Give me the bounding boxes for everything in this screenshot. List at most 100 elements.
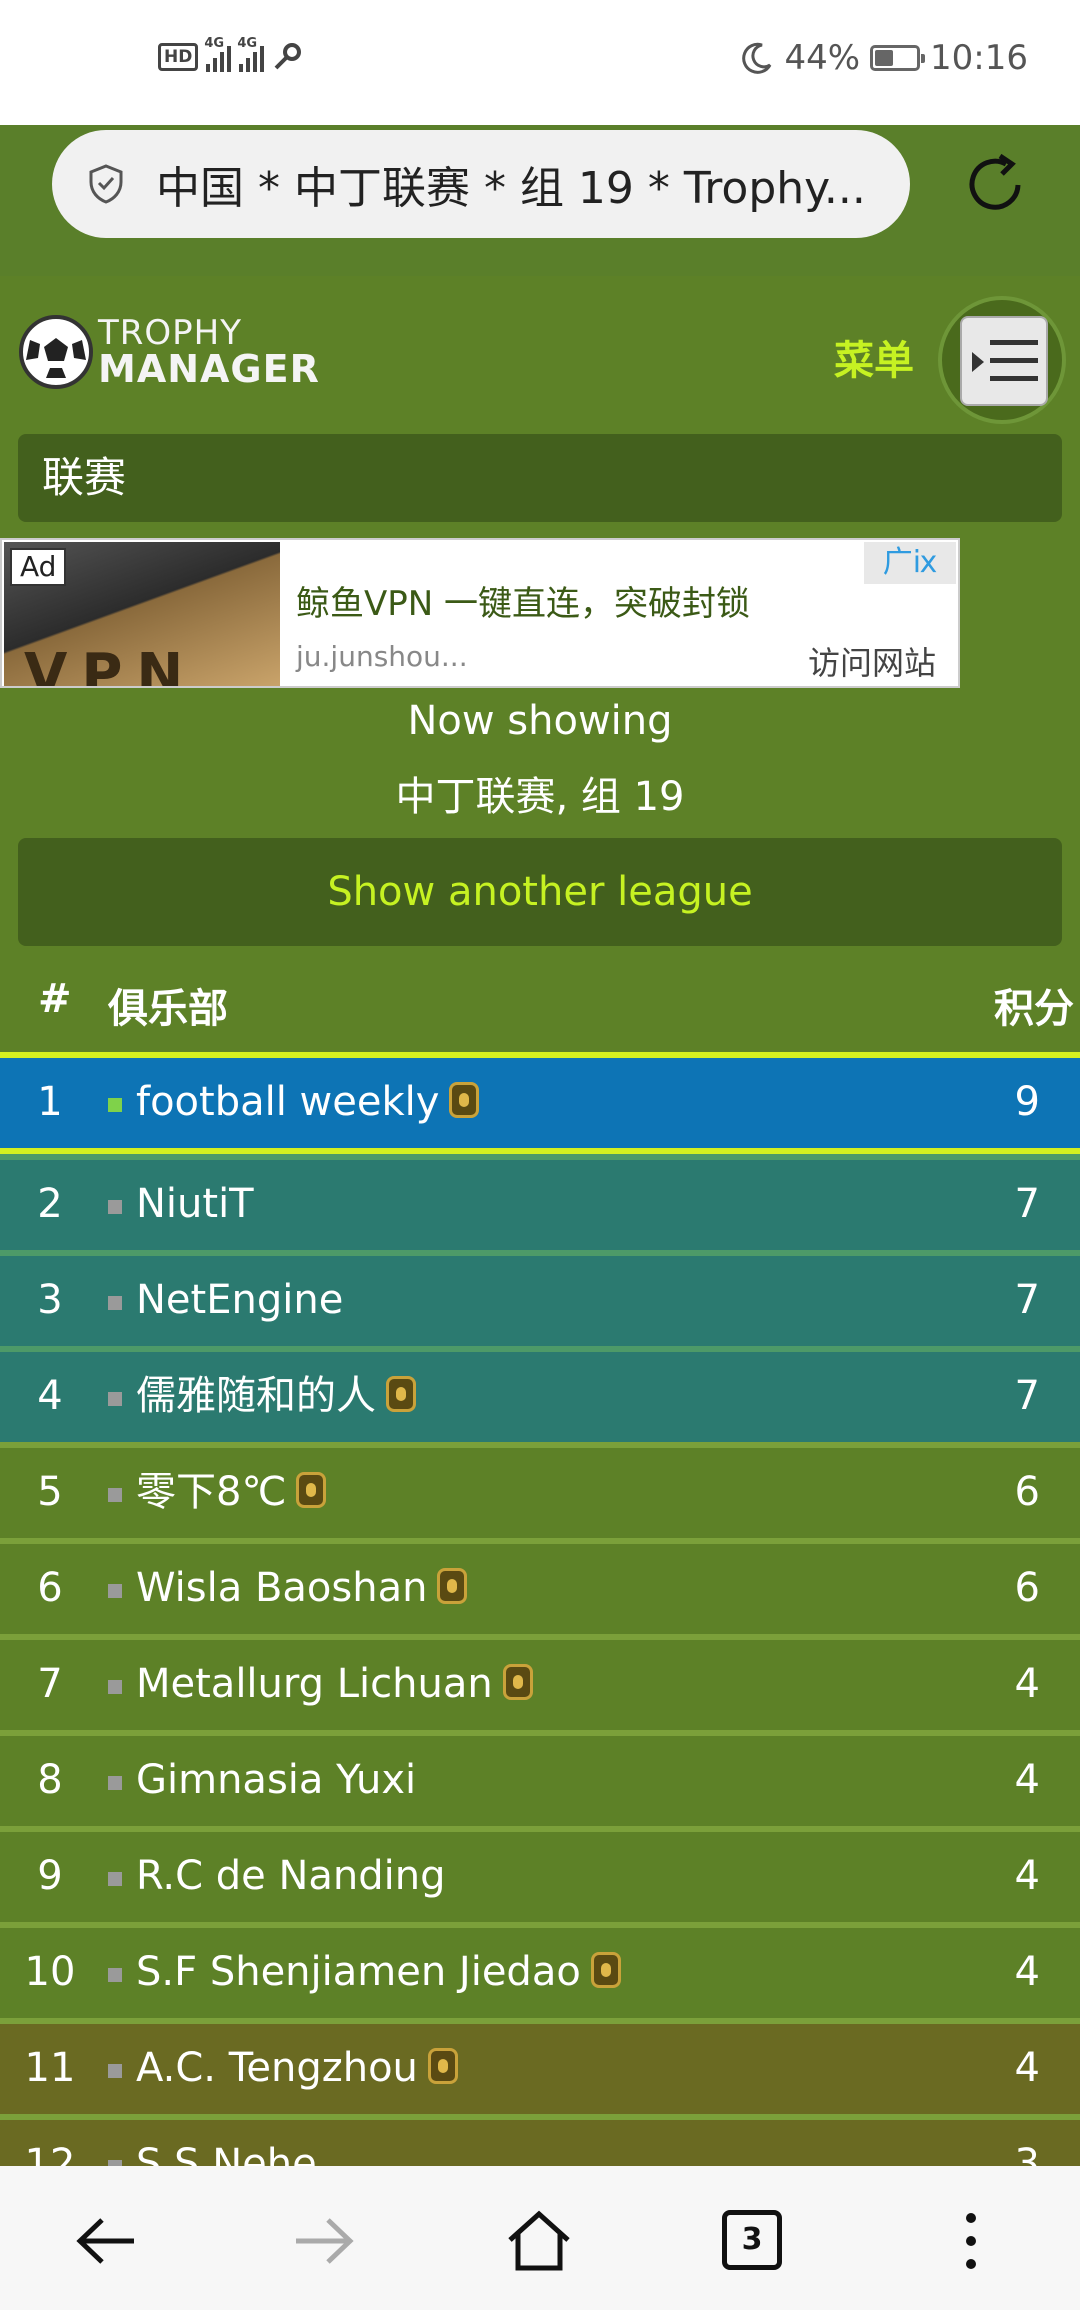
row-points: 7 — [1014, 1277, 1040, 1323]
ad-tag: Ad — [10, 548, 67, 586]
club-name[interactable]: 零下8℃ — [136, 1448, 327, 1536]
table-row[interactable]: 10 S.F Shenjiamen Jiedao 4 — [0, 1922, 1080, 2018]
status-square-icon — [108, 1680, 122, 1694]
row-rank: 4 — [37, 1373, 63, 1419]
ad-domain: ju.junshou... — [296, 640, 468, 673]
pro-badge-icon — [296, 1472, 327, 1508]
status-square-icon — [108, 1488, 122, 1502]
menu-label[interactable]: 菜单 — [834, 328, 914, 386]
row-points: 3 — [1014, 2141, 1040, 2166]
table-row[interactable]: 3 NetEngine 7 — [0, 1250, 1080, 1346]
row-rank: 11 — [24, 2045, 76, 2091]
logo-text-top: TROPHY — [98, 313, 242, 353]
pro-badge-icon — [502, 1664, 533, 1700]
signal-type-label: 4G — [204, 36, 225, 51]
row-rank: 2 — [37, 1181, 63, 1227]
web-page: TROPHY MANAGER 菜单 联赛 VPN Ad 鲸鱼VPN 一键直连，突… — [0, 276, 1080, 2166]
club-name[interactable]: NiutiT — [136, 1160, 254, 1248]
pro-badge-icon — [449, 1082, 480, 1118]
table-row[interactable]: 4 儒雅随和的人 7 — [0, 1346, 1080, 1442]
status-square-icon — [108, 1392, 122, 1406]
table-row[interactable]: 1 football weekly 9 — [0, 1052, 1080, 1154]
row-points: 6 — [1014, 1565, 1040, 1611]
row-points: 4 — [1014, 1757, 1040, 1803]
table-row[interactable]: 8 Gimnasia Yuxi 4 — [0, 1730, 1080, 1826]
more-icon[interactable] — [936, 2206, 1006, 2276]
status-square-icon — [108, 1584, 122, 1598]
home-icon[interactable] — [504, 2206, 574, 2276]
forward-icon[interactable] — [288, 2206, 358, 2276]
shield-icon — [89, 164, 123, 204]
table-row[interactable]: 9 R.C de Nanding 4 — [0, 1826, 1080, 1922]
ad-banner[interactable]: VPN Ad 鲸鱼VPN 一键直连，突破封锁 ju.junshou... 访问网… — [0, 538, 960, 688]
club-name[interactable]: A.C. Tengzhou — [136, 2024, 458, 2112]
status-square-icon — [108, 1200, 122, 1214]
reload-icon[interactable] — [960, 150, 1030, 220]
status-square-icon — [108, 1296, 122, 1310]
pro-badge-icon — [427, 2048, 458, 2084]
club-name[interactable]: S.S Nehe — [136, 2120, 317, 2166]
table-row[interactable]: 6 Wisla Baoshan 6 — [0, 1538, 1080, 1634]
row-points: 4 — [1014, 2045, 1040, 2091]
table-header: # 俱乐部 积分 — [0, 976, 1080, 1048]
row-rank: 9 — [37, 1853, 63, 1899]
logo-text-bottom: MANAGER — [98, 347, 320, 391]
pro-badge-icon — [590, 1952, 621, 1988]
status-square-icon — [108, 1968, 122, 1982]
club-name[interactable]: NetEngine — [136, 1256, 343, 1344]
row-points: 9 — [1014, 1079, 1040, 1125]
battery-icon — [870, 45, 926, 71]
hd-icon: HD — [158, 43, 199, 71]
moon-icon — [742, 42, 772, 74]
club-name[interactable]: R.C de Nanding — [136, 1832, 445, 1920]
row-points: 4 — [1014, 1661, 1040, 1707]
club-name[interactable]: football weekly — [136, 1058, 480, 1146]
ad-close-icon[interactable]: 广ⅸ — [864, 542, 956, 584]
table-row[interactable]: 5 零下8℃ 6 — [0, 1442, 1080, 1538]
status-square-icon — [108, 1098, 122, 1112]
status-square-icon — [108, 1872, 122, 1886]
table-row[interactable]: 12 S.S Nehe 3 — [0, 2114, 1080, 2166]
football-icon — [19, 315, 93, 389]
ad-title[interactable]: 鲸鱼VPN 一键直连，突破封锁 — [296, 576, 750, 625]
table-row[interactable]: 7 Metallurg Lichuan 4 — [0, 1634, 1080, 1730]
club-name[interactable]: Gimnasia Yuxi — [136, 1736, 416, 1824]
league-name: 中丁联赛, 组 19 — [395, 774, 685, 820]
tabs-icon[interactable]: 3 — [722, 2210, 782, 2270]
club-name[interactable]: Metallurg Lichuan — [136, 1640, 533, 1728]
status-left: HD 4G 4G — [158, 36, 302, 72]
status-square-icon — [108, 2064, 122, 2078]
row-rank: 10 — [24, 1949, 76, 1995]
signal-type-label-2: 4G — [237, 36, 258, 51]
row-points: 7 — [1014, 1373, 1040, 1419]
show-another-league-button[interactable]: Show another league — [18, 838, 1062, 946]
row-points: 7 — [1014, 1181, 1040, 1227]
table-row[interactable]: 11 A.C. Tengzhou 4 — [0, 2018, 1080, 2114]
club-name[interactable]: Wisla Baoshan — [136, 1544, 468, 1632]
browser-nav-bar: 3 — [0, 2166, 1080, 2310]
battery-percent: 44% — [784, 38, 861, 78]
now-showing-label: Now showing — [407, 698, 673, 744]
table-row[interactable]: 2 NiutiT 7 — [0, 1154, 1080, 1250]
ad-visit-link[interactable]: 访问网站 — [808, 638, 936, 684]
row-rank: 12 — [24, 2141, 76, 2166]
back-icon[interactable] — [72, 2206, 142, 2276]
row-rank: 5 — [37, 1469, 63, 1515]
menu-button[interactable] — [938, 296, 1066, 424]
row-points: 4 — [1014, 1853, 1040, 1899]
row-rank: 3 — [37, 1277, 63, 1323]
club-name[interactable]: S.F Shenjiamen Jiedao — [136, 1928, 621, 2016]
row-points: 6 — [1014, 1469, 1040, 1515]
row-rank: 6 — [37, 1565, 63, 1611]
clock: 10:16 — [930, 38, 1028, 78]
club-name[interactable]: 儒雅随和的人 — [136, 1352, 416, 1440]
pro-badge-icon — [386, 1376, 416, 1412]
key-icon — [274, 43, 302, 70]
address-bar[interactable]: 中国 * 中丁联赛 * 组 19 * Trophy... — [52, 130, 910, 238]
ad-image-text: VPN — [24, 642, 198, 686]
status-bar: HD 4G 4G 44% 10:16 — [0, 0, 1080, 125]
signal-icon-2: 4G — [237, 36, 265, 72]
row-rank: 1 — [37, 1079, 63, 1125]
trophy-manager-logo[interactable]: TROPHY MANAGER — [18, 314, 320, 390]
status-right: 44% 10:16 — [740, 38, 1028, 78]
